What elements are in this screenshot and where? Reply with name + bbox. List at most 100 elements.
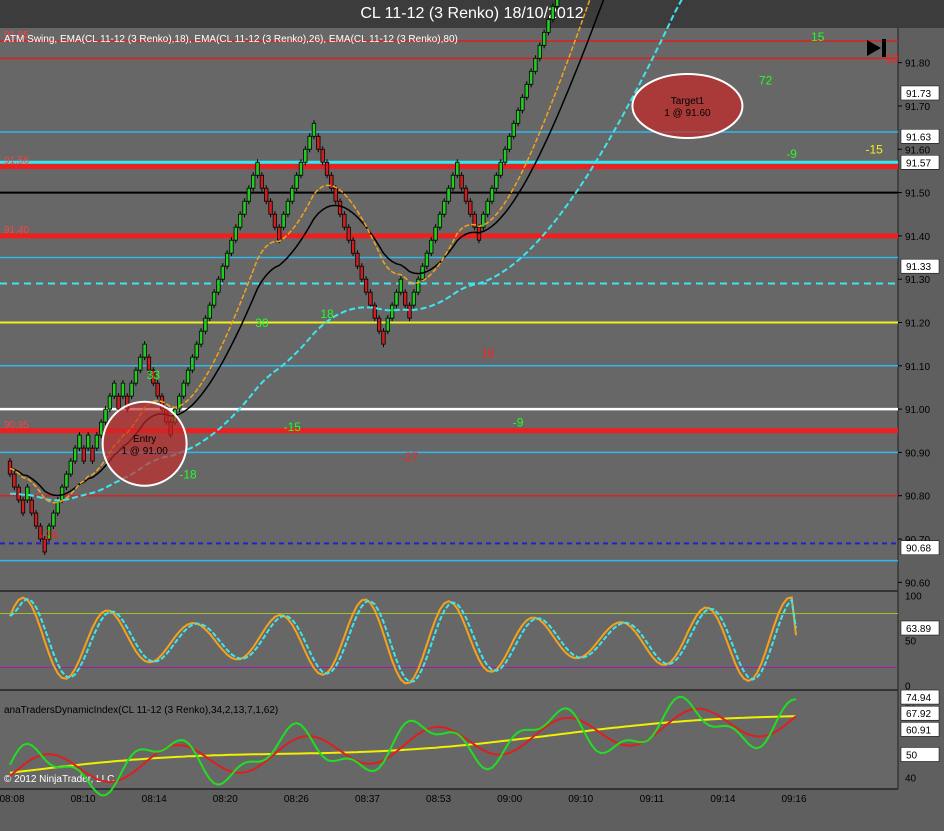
renko-bar: [307, 135, 312, 150]
price-marker-label: 90.68: [906, 544, 931, 555]
swing-label: 72: [759, 73, 773, 87]
renko-bar: [99, 421, 104, 436]
swing-label: 12: [885, 52, 899, 66]
renko-bar: [324, 161, 330, 176]
renko-bar: [25, 486, 30, 501]
renko-bar: [459, 174, 464, 189]
renko-bar: [320, 148, 325, 163]
swing-label: -9: [513, 415, 524, 429]
renko-bar: [285, 200, 291, 215]
renko-bar: [403, 291, 408, 306]
renko-bar: [372, 304, 377, 319]
renko-bar: [485, 200, 490, 215]
renko-bar: [476, 226, 482, 241]
y-tick-label: 90.60: [905, 578, 930, 589]
level-label: 90.95: [4, 420, 29, 431]
renko-bar: [429, 239, 434, 254]
swing-label: 18: [320, 307, 334, 321]
renko-bar: [546, 18, 551, 33]
order-annotation: Entry: [133, 434, 156, 445]
renko-bar: [90, 447, 95, 462]
swing-label: 33: [147, 368, 161, 382]
play-to-end-icon: [882, 39, 886, 57]
renko-bar: [251, 174, 256, 189]
renko-bar: [407, 304, 412, 319]
renko-bar: [316, 135, 321, 150]
renko-bar: [211, 291, 217, 306]
renko-bar: [303, 148, 308, 163]
indicator-label: ATM Swing, EMA(CL 11-12 (3 Renko),18), E…: [4, 34, 458, 45]
renko-bar: [507, 135, 512, 150]
y-tick-label: 91.40: [905, 232, 930, 243]
renko-bar: [233, 226, 238, 241]
price-chart-svg[interactable]: 91.8591.5691.4090.95Entry1 @ 91.00Target…: [0, 0, 944, 831]
renko-bar: [511, 122, 516, 137]
renko-bar: [489, 187, 495, 202]
renko-bar: [350, 239, 356, 254]
renko-bar: [272, 213, 278, 228]
renko-bar: [311, 122, 317, 137]
level-label: 91.40: [4, 225, 29, 236]
renko-bar: [33, 512, 39, 527]
x-tick-label: 08:14: [142, 794, 167, 805]
renko-bar: [463, 187, 469, 202]
swing-label: -27: [401, 450, 419, 464]
renko-bar: [207, 304, 212, 319]
renko-bar: [555, 0, 560, 7]
renko-bar: [281, 213, 286, 228]
stoch-marker-label: 63.89: [906, 624, 931, 635]
renko-bar: [216, 278, 221, 293]
y-tick-label: 90.90: [905, 448, 930, 459]
price-panel-bg: [0, 28, 898, 591]
renko-bar: [541, 31, 547, 46]
tdi-marker-label: 74.94: [906, 693, 931, 704]
renko-bar: [455, 161, 460, 176]
x-tick-label: 09:00: [497, 794, 522, 805]
renko-bar: [450, 174, 456, 189]
renko-bar: [142, 343, 147, 358]
price-marker-label: 91.73: [906, 89, 931, 100]
renko-bar: [333, 187, 338, 202]
renko-bar: [73, 447, 78, 462]
stoch-tick-label: 50: [905, 637, 917, 648]
renko-bar: [376, 317, 382, 332]
renko-bar: [294, 174, 299, 189]
renko-bar: [515, 109, 521, 124]
renko-bar: [433, 226, 438, 241]
price-marker-label: 91.33: [906, 262, 931, 273]
renko-bar: [120, 382, 126, 397]
renko-bar: [133, 369, 139, 384]
renko-bar: [264, 187, 269, 202]
renko-bar: [398, 278, 403, 293]
renko-bar: [390, 304, 395, 319]
y-tick-label: 91.50: [905, 189, 930, 200]
renko-bar: [77, 434, 82, 449]
renko-bar: [20, 499, 26, 514]
renko-bar: [220, 265, 225, 280]
renko-bar: [155, 382, 160, 397]
renko-bar: [103, 408, 108, 423]
renko-bar: [238, 213, 243, 228]
renko-bar: [537, 44, 542, 59]
renko-bar: [502, 148, 508, 163]
x-tick-label: 08:37: [355, 794, 380, 805]
swing-label: -9: [786, 147, 797, 161]
tdi-marker-label: 50: [906, 750, 918, 761]
renko-bar: [385, 317, 390, 332]
renko-bar: [424, 252, 430, 267]
renko-bar: [68, 460, 73, 475]
renko-bar: [298, 161, 304, 176]
renko-bar: [190, 356, 195, 371]
renko-bar: [524, 83, 529, 98]
tdi-tick-label: 40: [905, 773, 917, 784]
renko-bar: [12, 473, 17, 488]
y-tick-label: 91.20: [905, 318, 930, 329]
x-tick-label: 09:14: [710, 794, 735, 805]
renko-bar: [116, 395, 121, 410]
renko-bar: [528, 70, 534, 85]
x-tick-label: 08:10: [71, 794, 96, 805]
renko-bar: [59, 486, 65, 501]
renko-bar: [329, 174, 334, 189]
renko-bar: [446, 187, 451, 202]
renko-bar: [7, 460, 13, 475]
